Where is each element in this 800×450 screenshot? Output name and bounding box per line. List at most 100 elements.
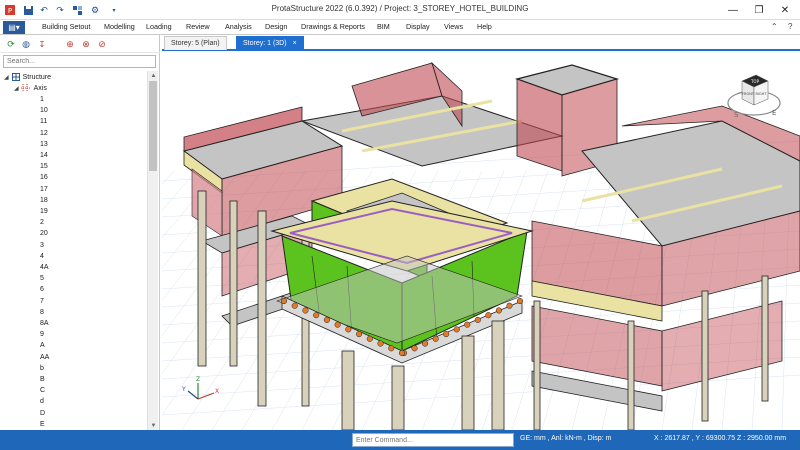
close-button[interactable]: ✕ [772, 2, 798, 18]
zoom-clear-icon[interactable]: ⊘ [96, 38, 108, 50]
axis-list-item[interactable]: 17 [40, 184, 48, 195]
3d-model-canvas[interactable]: TOP FRONT RIGHT S E Z X Y [162, 51, 800, 430]
axis-list-item[interactable]: 7 [40, 296, 44, 307]
menu-loading[interactable]: Loading [146, 22, 172, 31]
help-icon[interactable]: ? [788, 22, 792, 31]
viewcube[interactable]: TOP FRONT RIGHT S E [727, 74, 781, 119]
axis-list-item[interactable]: 18 [40, 195, 48, 206]
menu-display[interactable]: Display [406, 22, 430, 31]
pile-cap [377, 340, 384, 347]
window-title: ProtaStructure 2022 (6.0.392) / Project:… [271, 4, 529, 13]
scroll-thumb[interactable] [149, 81, 157, 171]
sort-icon[interactable]: ↧ [36, 38, 48, 50]
axis-x-label: X [215, 388, 219, 395]
axis-list-item[interactable]: 4 [40, 251, 44, 262]
scroll-up-icon[interactable]: ▲ [148, 71, 159, 80]
menu-views[interactable]: Views [444, 22, 463, 31]
menu-bim[interactable]: BIM [377, 22, 390, 31]
axis-list-item[interactable]: b [40, 363, 44, 374]
pile-cap [432, 335, 439, 342]
tree-root-label: Structure [22, 74, 52, 81]
tab-close-icon[interactable]: × [293, 40, 297, 47]
pile-cap [388, 345, 395, 352]
pile-cap [443, 331, 450, 338]
menu-modelling[interactable]: Modelling [104, 22, 135, 31]
axis-list-item[interactable]: 5 [40, 273, 44, 284]
axis-list-item[interactable]: 14 [40, 150, 48, 161]
title-bar: P ↶ ↷ ⚙ ▾ ProtaStructure 2022 (6.0.392) … [0, 0, 800, 20]
axis-list-item[interactable]: 2 [40, 217, 44, 228]
axis-z-label: Z [196, 376, 200, 383]
compass-e-label: E [772, 109, 776, 117]
axis-list-item[interactable]: D [40, 408, 45, 419]
pile-cap [302, 307, 309, 314]
axis-list-item[interactable]: 6 [40, 284, 44, 295]
menu-analysis[interactable]: Analysis [225, 22, 252, 31]
axis-list-item[interactable]: 4A [40, 262, 49, 273]
axis-list-item[interactable]: 19 [40, 206, 48, 217]
axis-list-item[interactable]: 3 [40, 240, 44, 251]
tree-search-input[interactable] [3, 55, 156, 68]
axis-list-item[interactable]: B [40, 374, 45, 385]
menu-building-setout[interactable]: Building Setout [42, 22, 90, 31]
status-bar: GE: mm , Anl: kN-m , Disp: m X : 2617.87… [0, 430, 800, 450]
zoom-select-icon[interactable]: ⊕ [64, 38, 76, 50]
pile-cap [453, 326, 460, 333]
pile-cap [323, 316, 330, 323]
coordinates-readout: X : 2617.87 , Y : 69300.75 Z : 2950.00 m… [654, 435, 787, 442]
pile-cap [366, 335, 373, 342]
pile-cap [464, 321, 471, 328]
app-menu-button[interactable]: ▤▾ [3, 21, 25, 34]
axis-list-item[interactable]: 9 [40, 329, 44, 340]
axis-list-item[interactable]: 12 [40, 128, 48, 139]
command-input[interactable] [352, 433, 514, 447]
tree-scrollbar[interactable]: ▲ ▼ [147, 71, 158, 430]
axis-list-item[interactable]: 15 [40, 161, 48, 172]
axis-list-item[interactable]: E [40, 419, 45, 430]
axis-list-item[interactable]: 8A [40, 318, 49, 329]
axis-list-item[interactable]: 16 [40, 172, 48, 183]
pile-cap [291, 302, 298, 309]
menu-drawings-reports[interactable]: Drawings & Reports [301, 22, 365, 31]
axis-list-item[interactable]: d [40, 396, 44, 407]
menu-design[interactable]: Design [265, 22, 287, 31]
axis-list-item[interactable]: 20 [40, 228, 48, 239]
expand-icon[interactable]: ◢ [14, 85, 19, 92]
structure-tree: ◢ Structure ◢ Axis 1 10 11 12 13 14 15 16 17 18 19… [0, 71, 148, 430]
pile-cap [411, 345, 418, 352]
scroll-down-icon[interactable]: ▼ [148, 421, 159, 430]
pile-cap [474, 316, 481, 323]
minimize-button[interactable]: — [720, 2, 746, 18]
pile-cap [516, 297, 524, 305]
menu-help[interactable]: Help [477, 22, 492, 31]
pile-cap [485, 312, 492, 319]
refresh-icon[interactable]: ⟳ [5, 38, 17, 50]
axis-list-item[interactable]: 11 [40, 116, 47, 127]
globe-icon[interactable]: ◍ [20, 38, 32, 50]
pile-cap [334, 321, 341, 328]
tab-storey-1-3d[interactable]: Storey: 1 (3D) × [236, 36, 304, 50]
viewcube-right-label: RIGHT [756, 92, 768, 96]
axis-list-item[interactable]: 13 [40, 139, 48, 150]
zoom-extents-icon[interactable]: ⊗ [80, 38, 92, 50]
axis-list-item[interactable]: 1 [40, 94, 44, 105]
axis-list-item[interactable]: A [40, 340, 45, 351]
pile-cap [280, 297, 288, 305]
3d-viewport[interactable]: TOP FRONT RIGHT S E Z X Y [162, 51, 800, 430]
axis-list-item[interactable]: C [40, 385, 45, 396]
tree-root-row[interactable]: ◢ Structure [4, 72, 51, 83]
tree-axis-row[interactable]: ◢ Axis [14, 83, 47, 94]
pile-cap [506, 302, 513, 309]
pile-cap [495, 307, 502, 314]
pile-cap [345, 326, 352, 333]
menu-review[interactable]: Review [186, 22, 210, 31]
expand-icon[interactable]: ◢ [4, 74, 9, 81]
ribbon-tabs: ▤▾ Building Setout Modelling Loading Rev… [0, 20, 800, 35]
structure-panel: ⟳ ◍ ↧ ⊕ ⊗ ⊘ ◢ Structure ◢ Axis 110111213… [0, 35, 160, 430]
axis-list-item[interactable]: AA [40, 352, 49, 363]
collapse-ribbon-icon[interactable]: ⌃ [771, 22, 778, 31]
axis-list-item[interactable]: 10 [40, 105, 48, 116]
axis-list-item[interactable]: 8 [40, 307, 44, 318]
maximize-button[interactable]: ❐ [746, 2, 772, 18]
tab-storey-5-plan[interactable]: Storey: 5 (Plan) [164, 36, 227, 50]
